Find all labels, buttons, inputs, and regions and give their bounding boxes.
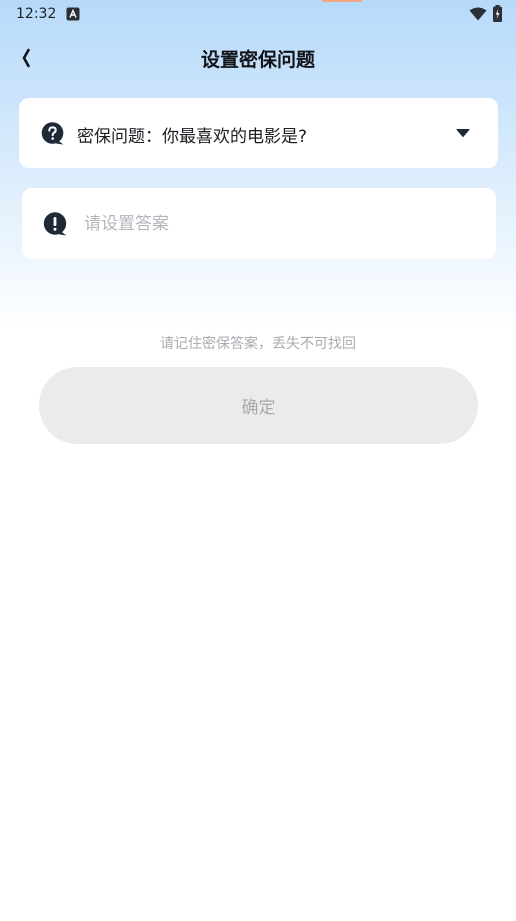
confirm-button[interactable]: 确定 [39,367,478,444]
status-time: 12:32 [16,6,57,22]
battery-charging-icon [493,5,502,22]
page-title: 设置密保问题 [200,49,315,71]
security-question-selector[interactable]: 密保问题：你最喜欢的电影是? [19,98,498,168]
status-bar: 12:32 [0,0,516,30]
security-question-label: 密保问题：你最喜欢的电影是? [77,127,308,147]
exclamation-bubble-icon [43,212,67,236]
answer-input[interactable] [84,210,474,238]
answer-field-card [22,188,496,259]
caret-down-icon[interactable] [456,128,470,138]
wifi-icon [469,7,487,21]
notification-app-icon [66,7,80,21]
app-header: 设置密保问题 [0,36,516,80]
hint-text: 请记住密保答案，丢失不可找回 [160,336,356,352]
question-bubble-icon [41,122,64,145]
